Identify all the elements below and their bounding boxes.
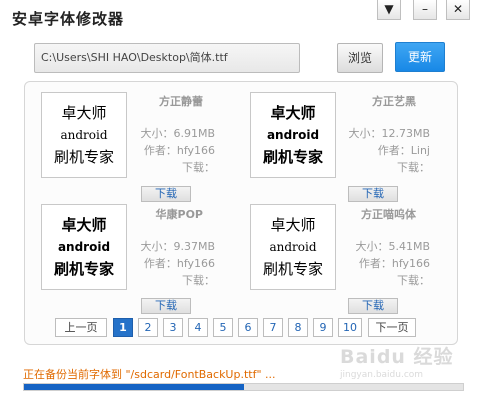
font-preview-3[interactable]: 卓大师 android 刷机专家	[250, 204, 336, 290]
font-name-0: 方正静蕾	[159, 95, 203, 108]
page-button-6[interactable]: 6	[238, 318, 258, 337]
font-name-3: 方正喵呜体	[361, 208, 416, 221]
font-downloads-2: 下载：	[182, 274, 215, 287]
preview-line1: 卓大师	[270, 215, 316, 234]
font-meta-3: 大小：5.41MB 作者：hfy166 下载：	[338, 238, 430, 289]
preview-line3: 刷机专家	[262, 259, 323, 278]
font-downloads-3: 下载：	[397, 274, 430, 287]
preview-line2: android	[269, 240, 317, 254]
backup-progress-bar	[23, 383, 464, 391]
page-button-5[interactable]: 5	[213, 318, 233, 337]
preview-line3: 刷机专家	[262, 147, 323, 166]
preview-line1: 卓大师	[61, 215, 107, 234]
font-list-panel: 卓大师 android 刷机专家 方正静蕾 大小：6.91MB 作者：hfy16…	[24, 81, 458, 345]
page-button-3[interactable]: 3	[163, 318, 183, 337]
font-author-0: 作者：hfy166	[143, 144, 215, 157]
page-button-8[interactable]: 8	[288, 318, 308, 337]
font-downloads-1: 下载：	[397, 161, 430, 174]
preview-line1: 卓大师	[270, 103, 316, 122]
page-button-4[interactable]: 4	[188, 318, 208, 337]
title-bar: 安卓字体修改器 ▼ – ✕	[0, 0, 480, 34]
preview-line2: android	[57, 240, 111, 254]
download-button-2[interactable]: 下载	[141, 298, 191, 314]
font-author-3: 作者：hfy166	[358, 257, 430, 270]
download-button-1[interactable]: 下载	[348, 186, 398, 202]
update-button[interactable]: 更新	[395, 42, 445, 72]
watermark-sub: jingyan.baidu.com	[340, 370, 424, 380]
download-button-0[interactable]: 下载	[141, 186, 191, 202]
browse-button[interactable]: 浏览	[337, 43, 383, 73]
next-page-button[interactable]: 下一页	[368, 318, 416, 337]
font-size-1: 大小：12.73MB	[348, 127, 430, 140]
font-downloads-0: 下载：	[182, 161, 215, 174]
menu-dropdown-icon[interactable]: ▼	[377, 0, 401, 20]
watermark-main: Baidu 经验	[340, 346, 454, 368]
page-button-7[interactable]: 7	[263, 318, 283, 337]
font-author-2: 作者：hfy166	[143, 257, 215, 270]
font-name-2: 华康POP	[155, 208, 203, 221]
font-size-2: 大小：9.37MB	[140, 240, 215, 253]
app-title: 安卓字体修改器	[12, 10, 125, 28]
preview-line1: 卓大师	[61, 103, 107, 122]
prev-page-button[interactable]: 上一页	[55, 318, 107, 337]
close-icon[interactable]: ✕	[446, 0, 470, 20]
font-meta-1: 大小：12.73MB 作者：Linj 下载：	[338, 125, 430, 176]
font-preview-1[interactable]: 卓大师 android 刷机专家	[250, 92, 336, 178]
backup-progress-fill	[24, 384, 244, 390]
font-path-field[interactable]: C:\Users\SHI HAO\Desktop\简体.ttf	[34, 43, 300, 73]
preview-line2: android	[60, 128, 108, 142]
download-button-3[interactable]: 下载	[348, 298, 398, 314]
page-button-10[interactable]: 10	[338, 318, 362, 337]
preview-line3: 刷机专家	[53, 147, 114, 166]
page-button-2[interactable]: 2	[138, 318, 158, 337]
preview-line3: 刷机专家	[53, 259, 114, 278]
font-size-3: 大小：5.41MB	[355, 240, 430, 253]
font-meta-2: 大小：9.37MB 作者：hfy166 下载：	[123, 238, 215, 289]
minimize-icon[interactable]: –	[413, 0, 437, 20]
page-button-1[interactable]: 1	[113, 318, 133, 337]
preview-line2: android	[266, 128, 320, 142]
font-author-1: 作者：Linj	[377, 144, 430, 157]
backup-status-text: 正在备份当前字体到 "/sdcard/FontBackUp.ttf" ...	[23, 368, 276, 381]
page-button-9[interactable]: 9	[313, 318, 333, 337]
baidu-jingyan-watermark: Baidu 经验 jingyan.baidu.com	[340, 342, 470, 382]
font-meta-0: 大小：6.91MB 作者：hfy166 下载：	[123, 125, 215, 176]
font-name-1: 方正艺黑	[372, 95, 416, 108]
font-size-0: 大小：6.91MB	[140, 127, 215, 140]
